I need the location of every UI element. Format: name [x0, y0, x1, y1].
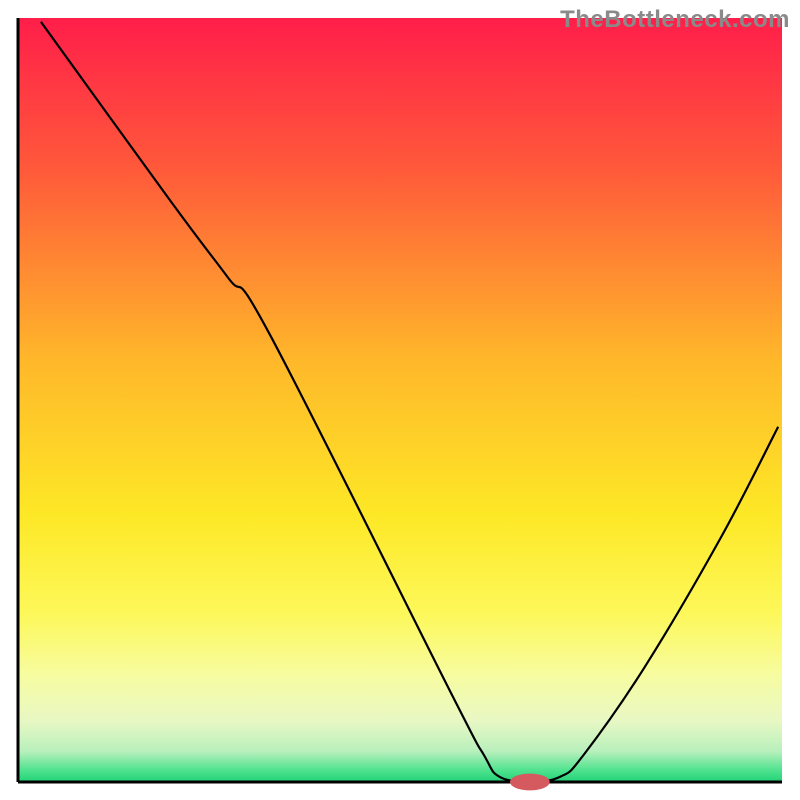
watermark-label: TheBottleneck.com — [560, 6, 790, 34]
plot-background — [18, 18, 782, 782]
bottleneck-chart — [0, 0, 800, 800]
optimal-marker — [510, 774, 550, 791]
chart-container: TheBottleneck.com — [0, 0, 800, 800]
